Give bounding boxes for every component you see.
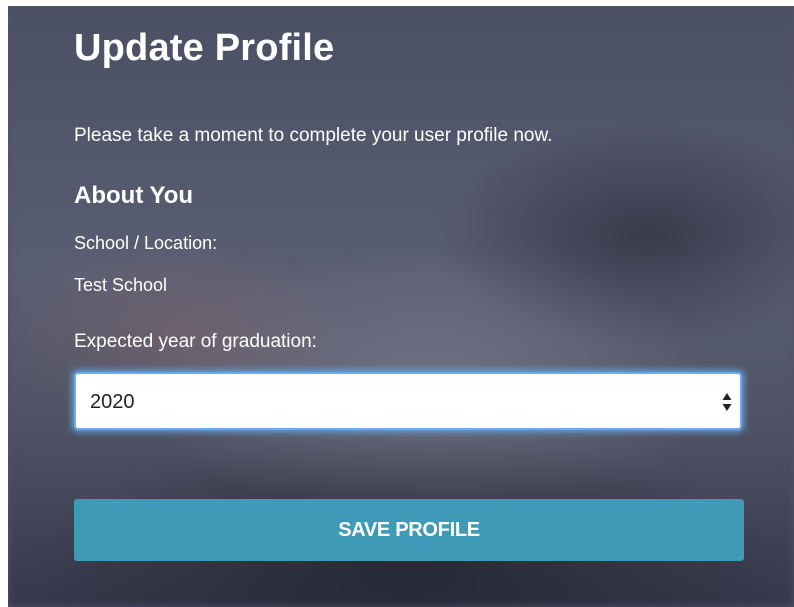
school-location-value: Test School	[74, 275, 168, 295]
section-heading-about-you: About You	[74, 182, 194, 209]
save-profile-button[interactable]: SAVE PROFILE	[74, 499, 744, 561]
profile-form: Update Profile Please take a moment to c…	[8, 6, 794, 607]
intro-text: Please take a moment to complete your us…	[74, 125, 553, 146]
school-location-label: School / Location:	[74, 233, 218, 253]
up-down-arrows-icon	[722, 393, 732, 411]
graduation-year-label: Expected year of graduation:	[74, 331, 317, 352]
graduation-year-selected-value: 2020	[90, 391, 135, 413]
profile-panel: Update Profile Please take a moment to c…	[8, 6, 794, 607]
page-title: Update Profile	[74, 27, 335, 69]
graduation-year-select[interactable]: 2020	[74, 372, 742, 430]
